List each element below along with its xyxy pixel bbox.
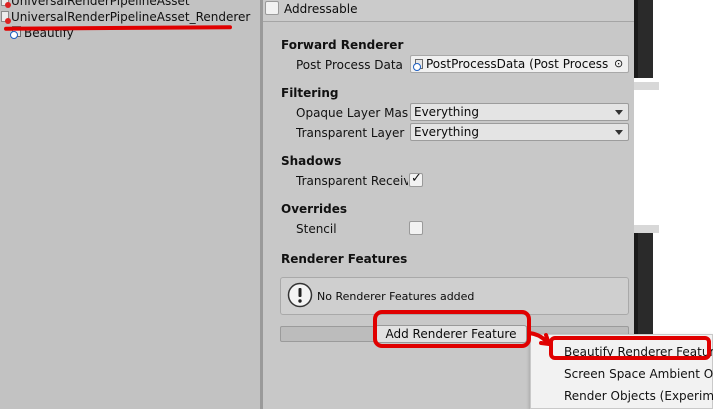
section-title-overrides: Overrides (281, 202, 347, 216)
stencil-label: Stencil (296, 222, 337, 236)
object-picker-icon[interactable]: ⊙ (614, 57, 623, 70)
opaque-layer-mask-dropdown[interactable]: Everything (410, 103, 629, 121)
transparent-layer-mask-dropdown[interactable]: Everything (410, 123, 629, 141)
menu-item-render-objects[interactable]: Render Objects (Experimental) (531, 385, 713, 407)
annotation-underline (3, 25, 233, 31)
annotation-circle-add-button (373, 310, 531, 348)
preview-separator (634, 82, 659, 90)
render-pipeline-asset-icon (1, 11, 11, 24)
post-process-data-label: Post Process Data (296, 58, 403, 72)
checkmark-icon: ✓ (411, 171, 422, 186)
render-pipeline-asset-icon (1, 0, 11, 8)
inspector-header: Addressable (263, 0, 634, 22)
no-renderer-features-message: No Renderer Features added (317, 290, 475, 303)
opaque-layer-mask-label: Opaque Layer Mask (296, 106, 408, 120)
post-process-asset-icon (413, 59, 423, 71)
annotation-circle-beautify-item (549, 336, 711, 360)
section-title-forward-renderer: Forward Renderer (281, 38, 404, 52)
project-panel: UniversalRenderPipelineAsset UniversalRe… (0, 0, 260, 409)
section-title-filtering: Filtering (281, 86, 339, 100)
dropdown-arrow-icon (615, 130, 623, 135)
stencil-checkbox[interactable] (409, 221, 423, 235)
section-title-shadows: Shadows (281, 154, 342, 168)
addressable-checkbox[interactable] (265, 1, 279, 15)
transparent-receive-shadows-label: Transparent Receive Shadows (296, 174, 408, 188)
project-item-label: UniversalRenderPipelineAsset_Renderer (11, 10, 251, 24)
transparent-layer-mask-label: Transparent Layer Mask (296, 126, 408, 140)
transparent-receive-shadows-checkbox[interactable]: ✓ (409, 171, 423, 187)
post-process-data-field[interactable]: PostProcessData (Post Process D ⊙ (410, 55, 629, 73)
preview-separator (634, 225, 659, 233)
annotation-arrow-icon (527, 331, 551, 346)
transparent-layer-mask-value: Everything (414, 125, 479, 139)
project-item-label: UniversalRenderPipelineAsset (11, 0, 190, 8)
post-process-data-value: PostProcessData (Post Process D (426, 57, 612, 71)
addressable-label: Addressable (284, 2, 358, 16)
dropdown-arrow-icon (615, 110, 623, 115)
info-icon (287, 282, 313, 308)
section-title-renderer-features: Renderer Features (281, 252, 408, 266)
menu-item-ssao[interactable]: Screen Space Ambient Occlusion (531, 363, 713, 385)
preview-thumbnail-top (634, 0, 653, 78)
opaque-layer-mask-value: Everything (414, 105, 479, 119)
